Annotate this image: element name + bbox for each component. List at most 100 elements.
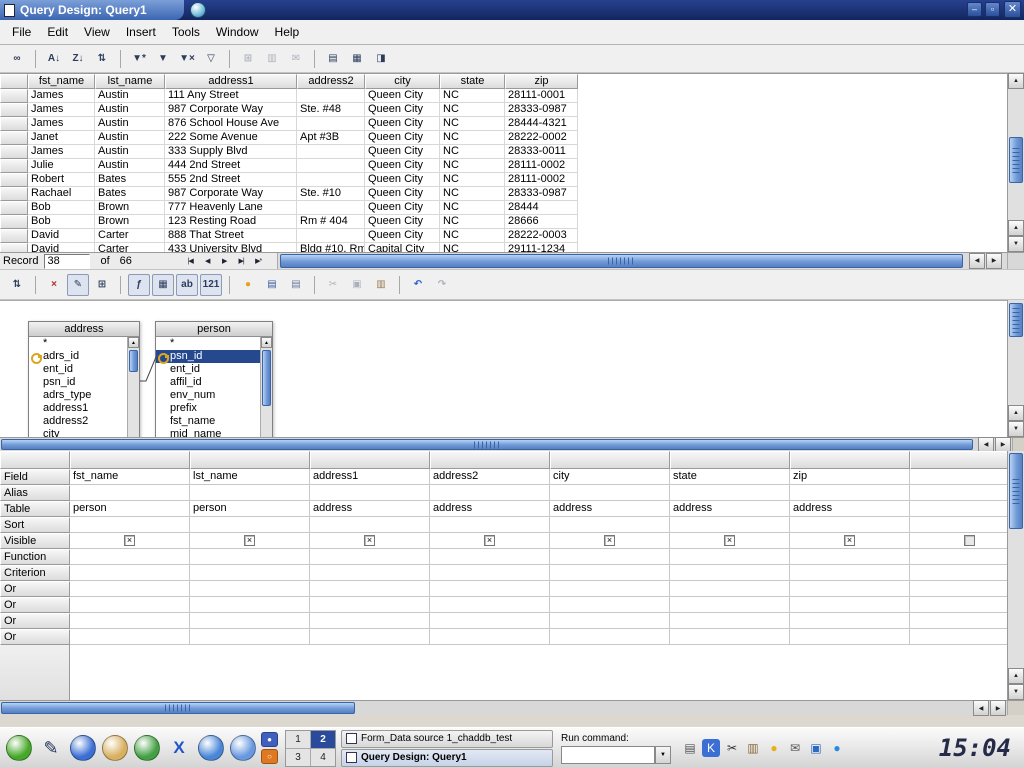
or-cell[interactable] [190, 597, 310, 613]
visible-cell[interactable]: × [310, 533, 430, 549]
query-column-header-8[interactable] [910, 451, 1007, 469]
field-item-adrs_id[interactable]: adrs_id [29, 350, 127, 363]
add-tables-icon[interactable]: ⊞ [91, 274, 113, 296]
minimize-button[interactable]: – [967, 2, 982, 17]
cell-address1[interactable]: 777 Heavenly Lane [165, 201, 297, 215]
or-cell[interactable] [70, 597, 190, 613]
scrollbar-thumb[interactable] [129, 350, 138, 372]
save-as-icon[interactable]: ▤ [285, 274, 307, 296]
printer-icon[interactable]: ▤ [681, 739, 699, 757]
menu-tools[interactable]: Tools [164, 22, 208, 42]
table-scrollbar[interactable]: ▲ [260, 337, 272, 437]
cell-address2[interactable] [297, 145, 365, 159]
sort-cell[interactable] [670, 517, 790, 533]
cell-zip[interactable]: 28333-0987 [505, 103, 578, 117]
table-cell[interactable]: address [670, 501, 790, 517]
column-header-zip[interactable]: zip [505, 74, 578, 89]
visible-checkbox[interactable]: × [484, 535, 495, 546]
field-item-adrs_type[interactable]: adrs_type [29, 389, 127, 402]
scroll-left-button[interactable]: ◀ [969, 253, 985, 269]
row-selector[interactable] [0, 201, 28, 215]
cell-lst_name[interactable]: Austin [95, 145, 165, 159]
cell-state[interactable]: NC [440, 89, 505, 103]
or-cell[interactable] [430, 597, 550, 613]
row-selector[interactable] [0, 187, 28, 201]
cell-fst_name[interactable]: David [28, 243, 95, 252]
visible-cell[interactable]: × [70, 533, 190, 549]
or-cell[interactable] [790, 629, 910, 645]
field-item-psn_id[interactable]: psn_id [29, 376, 127, 389]
cell-lst_name[interactable]: Austin [95, 159, 165, 173]
alias-cell[interactable] [790, 485, 910, 501]
row-selector[interactable] [0, 173, 28, 187]
cell-fst_name[interactable]: Robert [28, 173, 95, 187]
cell-address2[interactable]: Ste. #10 [297, 187, 365, 201]
alias-cell[interactable] [910, 485, 1007, 501]
scroll-up-button[interactable]: ▲ [1008, 73, 1024, 89]
field-item-prefix[interactable]: prefix [156, 402, 260, 415]
or-cell[interactable] [310, 613, 430, 629]
cell-fst_name[interactable]: James [28, 117, 95, 131]
or-cell[interactable] [550, 581, 670, 597]
cell-address2[interactable] [297, 117, 365, 131]
cell-fst_name[interactable]: Janet [28, 131, 95, 145]
field-item-all[interactable]: * [29, 337, 127, 350]
scrollbar-thumb[interactable] [1, 439, 973, 450]
dropdown-arrow-icon[interactable]: ▼ [655, 746, 671, 764]
cell-lst_name[interactable]: Austin [95, 131, 165, 145]
query-column-header-1[interactable] [70, 451, 190, 469]
cell-state[interactable]: NC [440, 117, 505, 131]
column-header-fst_name[interactable]: fst_name [28, 74, 95, 89]
scrollbar-thumb[interactable] [1, 702, 355, 714]
table-scrollbar[interactable]: ▲ [127, 337, 139, 437]
scroll-up-button[interactable]: ▲ [1008, 220, 1024, 236]
pen-launcher-icon[interactable]: ✎ [35, 730, 67, 766]
query-vertical-scrollbar[interactable]: ▲ ▼ [1007, 451, 1024, 700]
sort-cell[interactable] [190, 517, 310, 533]
cell-address1[interactable]: 111 Any Street [165, 89, 297, 103]
or-cell[interactable] [190, 613, 310, 629]
cell-address1[interactable]: 888 That Street [165, 229, 297, 243]
criterion-cell[interactable] [550, 565, 670, 581]
cell-address2[interactable] [297, 159, 365, 173]
new-record-button[interactable]: ▶* [250, 254, 267, 269]
or-cell[interactable] [670, 629, 790, 645]
sort-descending-icon[interactable]: Z↓ [67, 48, 89, 70]
scrollbar-thumb[interactable] [1009, 303, 1023, 337]
maximize-button[interactable]: ▫ [985, 2, 1000, 17]
browser-icon[interactable] [195, 730, 227, 766]
visible-checkbox[interactable]: × [244, 535, 255, 546]
design-vertical-scrollbar[interactable]: ▲ ▼ [1007, 300, 1024, 437]
or-cell[interactable] [790, 597, 910, 613]
or-cell[interactable] [310, 629, 430, 645]
field-cell[interactable]: address1 [310, 469, 430, 485]
menu-file[interactable]: File [4, 22, 39, 42]
cell-lst_name[interactable]: Austin [95, 103, 165, 117]
scroll-right-button[interactable]: ▶ [986, 253, 1002, 269]
design-table-address[interactable]: address*adrs_ident_idpsn_idadrs_typeaddr… [28, 321, 140, 437]
cell-address2[interactable] [297, 229, 365, 243]
klipper-icon[interactable]: ✂ [723, 739, 741, 757]
network-icon[interactable]: ● [828, 739, 846, 757]
or-cell[interactable] [910, 581, 1007, 597]
function-cell[interactable] [910, 549, 1007, 565]
field-cell[interactable]: city [550, 469, 670, 485]
column-header-lst_name[interactable]: lst_name [95, 74, 165, 89]
cell-city[interactable]: Queen City [365, 103, 440, 117]
autofilter-icon[interactable]: ▼* [128, 48, 150, 70]
scrollbar-thumb[interactable] [280, 254, 963, 268]
sort-cell[interactable] [310, 517, 430, 533]
cell-address2[interactable]: Bldg #10, Rm [297, 243, 365, 252]
cell-city[interactable]: Queen City [365, 159, 440, 173]
cell-state[interactable]: NC [440, 201, 505, 215]
row-selector[interactable] [0, 131, 28, 145]
criterion-cell[interactable] [70, 565, 190, 581]
query-column-header-6[interactable] [670, 451, 790, 469]
titlebar[interactable]: Query Design: Query1 – ▫ ✕ [0, 0, 1024, 20]
sort-cell[interactable] [910, 517, 1007, 533]
alias-cell[interactable] [430, 485, 550, 501]
cell-fst_name[interactable]: Bob [28, 201, 95, 215]
scroll-down-button[interactable]: ▼ [1008, 236, 1024, 252]
field-item-psn_id[interactable]: psn_id [156, 350, 260, 363]
cell-zip[interactable]: 28222-0003 [505, 229, 578, 243]
